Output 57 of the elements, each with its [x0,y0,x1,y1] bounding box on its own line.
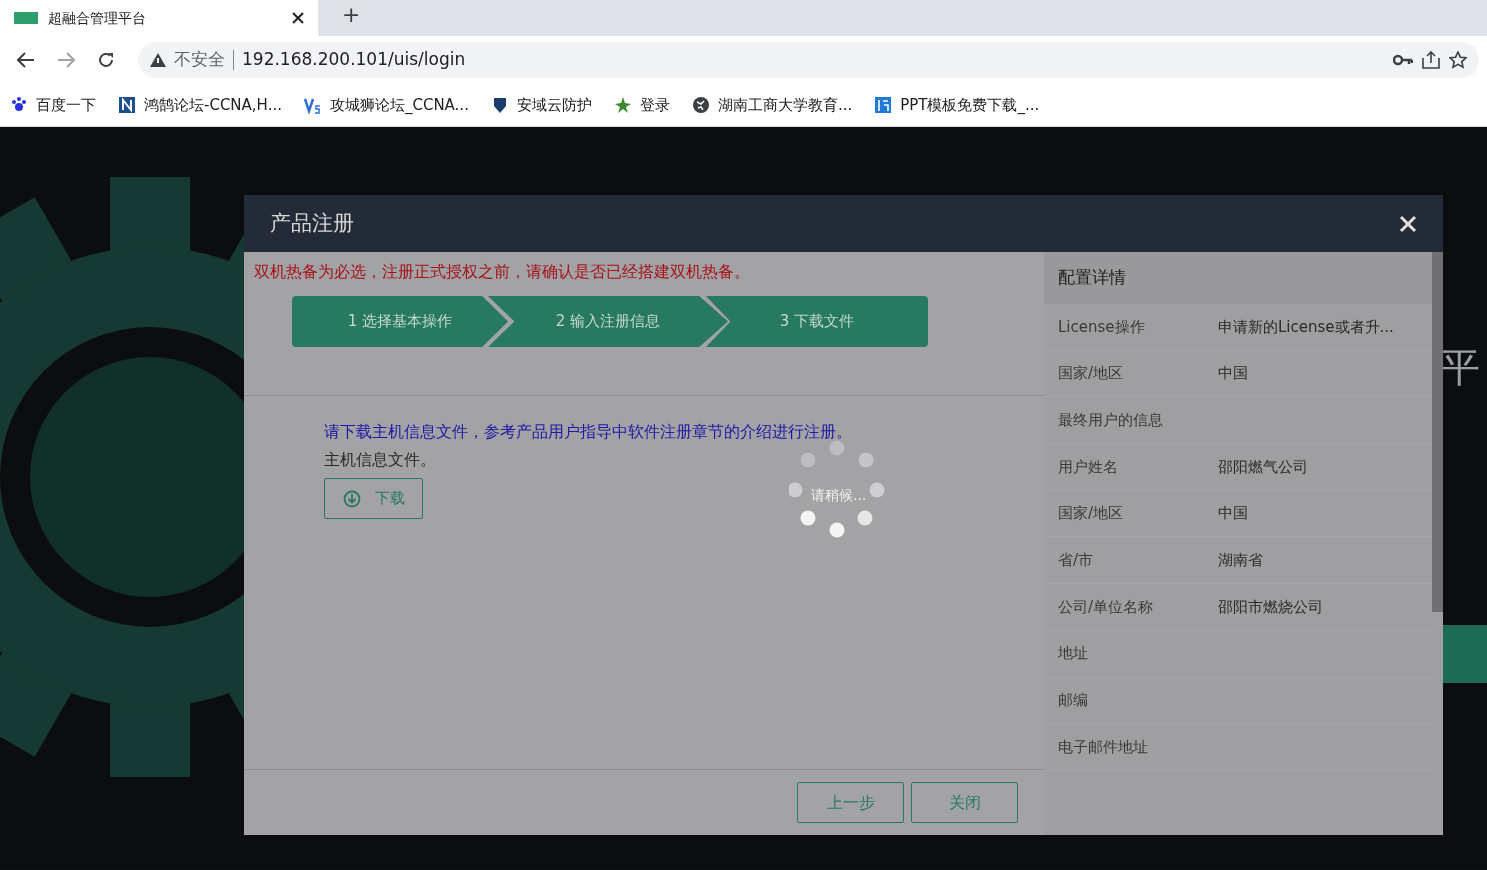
detail-value: 中国 [1218,503,1248,525]
detail-value: 湖南省 [1218,550,1263,572]
detail-label: 地址 [1058,643,1089,665]
file-label: 主机信息文件。 [324,449,437,471]
warning-icon [150,53,166,67]
warning-text: 双机热备为必选，注册正式授权之前，请确认是否已经搭建双机热备。 [253,261,751,283]
paw-icon [10,96,28,114]
detail-value: 邵阳燃气公司 [1218,456,1308,478]
details-title: 配置详情 [1044,252,1432,304]
scrollbar-thumb[interactable] [1432,252,1443,612]
background-panel [1440,625,1487,683]
forward-arrow-icon [57,52,75,68]
letter-logo-icon [303,96,322,114]
bookmark-link[interactable]: 登录 [613,93,670,117]
detail-value: 中国 [1218,363,1248,385]
detail-value: 申请新的License或者升... [1218,316,1394,338]
loading-text: 请稍候... [811,486,867,505]
instruction-text: 请下载主机信息文件，参考产品用户指导中软件注册章节的介绍进行注册。 [324,421,853,443]
url-text: 192.168.200.101/uis/login [242,48,467,72]
back-arrow-icon [17,52,35,68]
reload-icon [97,51,115,69]
letter-logo-icon [874,96,893,114]
detail-label: 国家/地区 [1058,503,1125,525]
dialog-title: 产品注册 [270,209,354,237]
close-icon [1399,215,1417,233]
address-bar[interactable]: 不安全 192.168.200.101/uis/login [138,42,1479,78]
detail-label: 电子邮件地址 [1058,736,1149,758]
leaf-icon [613,96,632,114]
address-divider [233,50,234,70]
detail-value: 邵阳市燃烧公司 [1218,596,1323,618]
bookmark-link[interactable]: 攻城狮论坛_CCNA... [303,93,469,117]
bookmark-link[interactable]: 鸿鹄论坛-CCNA,H... [118,93,282,117]
new-tab-button[interactable]: + [336,0,367,32]
wizard-step: 3 下载文件 [706,296,928,347]
browser-tab[interactable]: 超融合管理平台 [0,0,318,36]
detail-label: 国家/地区 [1058,363,1125,385]
detail-label: 邮编 [1058,690,1089,712]
wizard-step: 2 输入注册信息 [488,296,728,347]
security-label: 不安全 [174,48,225,72]
letter-logo-icon [118,96,136,114]
detail-label: 最终用户的信息 [1058,409,1164,431]
key-icon[interactable] [1393,54,1413,66]
star-icon[interactable] [1449,51,1467,69]
close-icon[interactable] [292,12,304,24]
bookmark-link[interactable]: 百度一下 [10,93,96,117]
share-icon[interactable] [1421,51,1441,69]
background-title: 平 [1440,343,1480,392]
detail-label: 用户姓名 [1058,456,1119,478]
wizard-step: 1 选择基本操作 [292,296,508,347]
bookmark-link[interactable]: 湖南工商大学教育... [691,93,853,117]
bookmark-link[interactable]: 安域云防护 [490,93,592,117]
detail-label: 公司/单位名称 [1058,596,1155,618]
bookmark-link[interactable]: PPT模板免费下载_... [874,93,1040,117]
download-icon [342,489,361,508]
tab-title: 超融合管理平台 [48,8,147,28]
detail-label: License操作 [1058,316,1146,338]
detail-label: 省/市 [1058,550,1095,572]
